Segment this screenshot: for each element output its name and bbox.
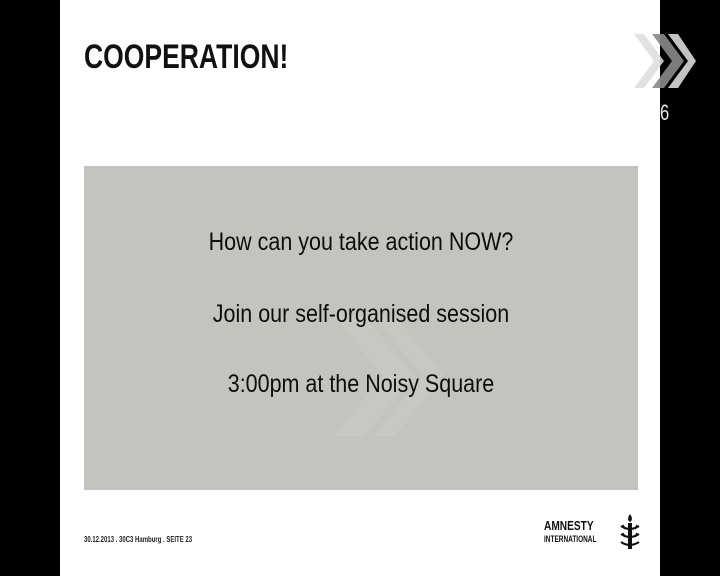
content-line-action: How can you take action NOW? xyxy=(208,228,514,256)
content-box: How can you take action NOW? Join our se… xyxy=(84,166,638,490)
content-line-session: Join our self-organised session xyxy=(212,300,510,328)
amnesty-logo: AMNESTY INTERNATIONAL xyxy=(544,519,617,544)
presentation-slide: COOPERATION! How can you take action NOW… xyxy=(60,0,660,576)
amnesty-logo-name: AMNESTY xyxy=(544,518,594,533)
30c3-chevron-logo-icon xyxy=(634,34,696,88)
content-line-time: 3:00pm at the Noisy Square xyxy=(227,370,495,398)
slide-title: COOPERATION! xyxy=(84,38,289,76)
amnesty-logo-subname: INTERNATIONAL xyxy=(544,534,597,544)
slide-footer: 30.12.2013 . 30C3 Hamburg . SEITE 23 xyxy=(84,535,193,544)
candle-in-barbed-wire-icon xyxy=(620,514,640,549)
overlay-number: 6 xyxy=(660,100,670,125)
